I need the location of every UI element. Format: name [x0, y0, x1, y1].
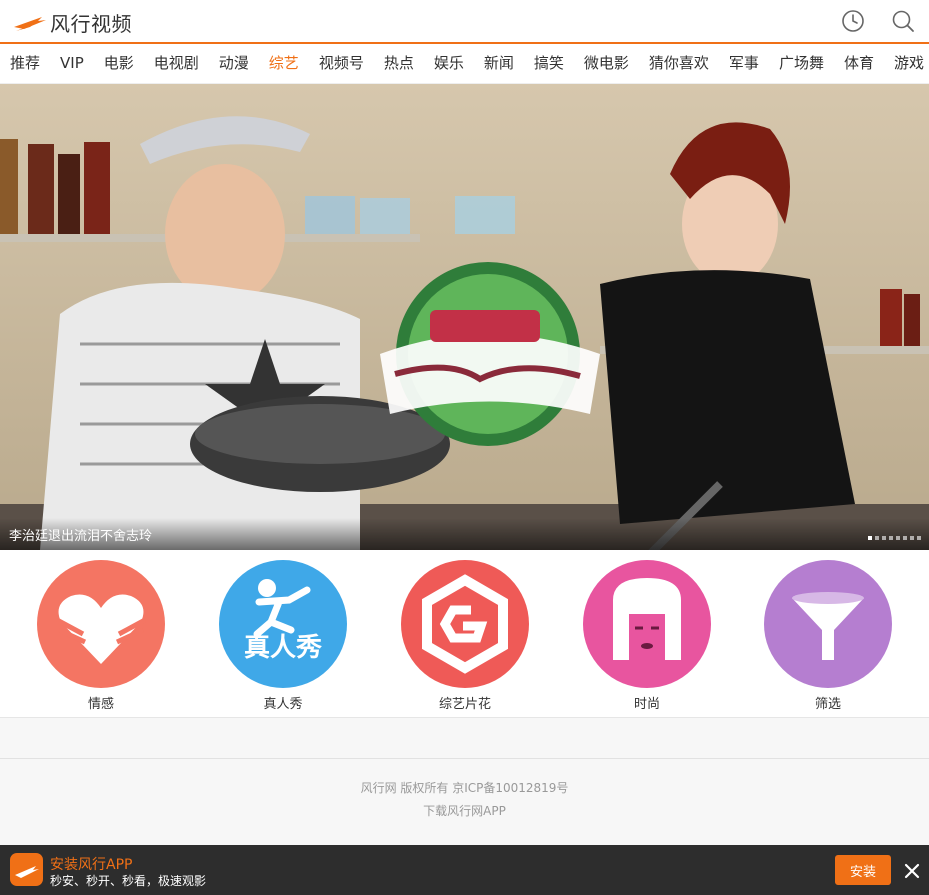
search-icon[interactable] — [891, 9, 915, 33]
category-label: 情感 — [87, 697, 114, 712]
nav-tab[interactable]: 娱乐 — [424, 44, 474, 83]
nav-tab[interactable]: 广场舞 — [769, 44, 834, 83]
category-variety-clips[interactable]: 综艺片花 — [401, 560, 529, 712]
category-label: 真人秀 — [263, 697, 303, 712]
category-label: 筛选 — [814, 697, 841, 712]
slide-indicator — [868, 536, 921, 540]
spacer — [0, 718, 929, 758]
close-icon[interactable] — [902, 861, 922, 881]
funnel-icon — [764, 560, 892, 688]
woman-face-icon — [583, 560, 711, 688]
slide-dot[interactable] — [889, 536, 893, 540]
copyright-text: 风行网 版权所有 京ICP备10012819号 — [360, 781, 569, 795]
heart-hands-icon — [37, 560, 165, 688]
nav-tab[interactable]: 动漫 — [209, 44, 259, 83]
nav-tab[interactable]: 热点 — [374, 44, 424, 83]
banner-image — [0, 84, 929, 550]
nav-tab[interactable]: 体育 — [834, 44, 884, 83]
nav-tab[interactable]: 猜你喜欢 — [639, 44, 719, 83]
app-subtitle: 秒安、秒开、秒看，极速观影 — [50, 874, 207, 888]
nav-tab[interactable]: 电视剧 — [144, 44, 209, 83]
nav-tab[interactable]: 搞笑 — [524, 44, 574, 83]
nav-tab[interactable]: 视频号 — [309, 44, 374, 83]
nav-tab[interactable]: 电影 — [94, 44, 144, 83]
site-logo[interactable]: 风行视频 — [12, 8, 132, 36]
banner-caption[interactable]: 李治廷退出流泪不舍志玲 — [9, 525, 152, 544]
app-logo-icon — [10, 853, 43, 886]
category-reality-show[interactable]: 真人秀 真人秀 — [219, 560, 347, 712]
nav-tab[interactable]: 微电影 — [574, 44, 639, 83]
slide-dot[interactable] — [896, 536, 900, 540]
page-footer: 风行网 版权所有 京ICP备10012819号 下载风行网APP — [0, 758, 929, 846]
install-button[interactable]: 安装 — [835, 855, 891, 885]
category-shortcuts: 情感 真人秀 真人秀 综艺片花 时尚 筛选 — [0, 550, 929, 718]
nav-tab[interactable]: 游戏 — [884, 44, 929, 83]
clock-icon[interactable] — [841, 9, 865, 33]
category-emotion[interactable]: 情感 — [37, 560, 165, 712]
logo-swoosh-icon — [14, 17, 46, 31]
nav-tab[interactable]: VIP — [50, 44, 94, 83]
category-filter[interactable]: 筛选 — [764, 560, 892, 712]
nav-tab[interactable]: 综艺 — [259, 44, 309, 83]
slide-dot[interactable] — [868, 536, 872, 540]
top-header: 风行视频 — [0, 0, 929, 44]
running-man-icon: 真人秀 — [219, 560, 347, 688]
logo-text: 风行视频 — [50, 11, 132, 36]
slide-dot[interactable] — [903, 536, 907, 540]
category-label: 时尚 — [633, 697, 660, 712]
category-label: 综艺片花 — [438, 697, 491, 712]
nav-tab[interactable]: 军事 — [719, 44, 769, 83]
app-title: 安装风行APP — [50, 857, 133, 873]
slide-dot[interactable] — [882, 536, 886, 540]
slide-dot[interactable] — [875, 536, 879, 540]
slide-dot[interactable] — [910, 536, 914, 540]
category-fashion[interactable]: 时尚 — [583, 560, 711, 712]
nav-tab[interactable]: 新闻 — [474, 44, 524, 83]
download-app-link[interactable]: 下载风行网APP — [0, 802, 929, 819]
install-app-bar: 安装风行APP 秒安、秒开、秒看，极速观影 安装 — [0, 845, 929, 895]
nav-tab[interactable]: 推荐 — [0, 44, 50, 83]
svg-text:真人秀: 真人秀 — [244, 633, 322, 663]
hexagon-g-icon — [401, 560, 529, 688]
category-nav: 推荐 VIP 电影 电视剧 动漫 综艺 视频号 热点 娱乐 新闻 搞笑 微电影 猜你喜欢 军事 广场舞 体育游… — [0, 44, 929, 84]
slide-dot[interactable] — [917, 536, 921, 540]
hero-banner[interactable]: 李治廷退出流泪不舍志玲 — [0, 84, 929, 550]
